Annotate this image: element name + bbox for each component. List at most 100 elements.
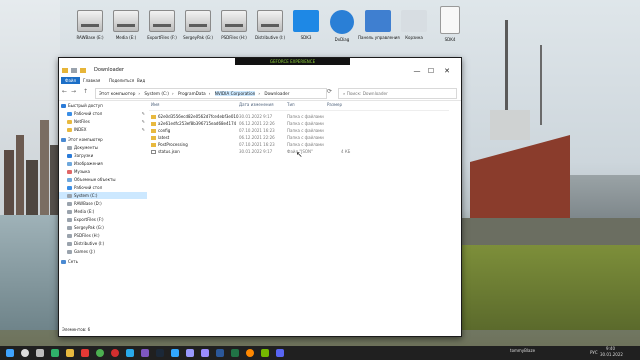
desktop-icon[interactable]: SergeyPak (G:): [178, 4, 218, 52]
row-date: 06.12.2021 22:26: [239, 135, 275, 140]
desktop-icon-label: Корзина: [405, 35, 423, 40]
clock-date[interactable]: 30.01.2022: [600, 352, 623, 357]
tab-view[interactable]: Вид: [137, 78, 145, 83]
desktop-icon[interactable]: Панель управления: [358, 4, 400, 52]
desktop-icon[interactable]: SDK3: [286, 4, 326, 52]
window-title: Downloader: [94, 67, 124, 73]
sidebar-item-icon: [67, 201, 72, 206]
table-row[interactable]: latest 06.12.2021 22:26 Папка с файлами: [149, 134, 449, 141]
sidebar-item[interactable]: Документы: [59, 144, 147, 151]
desktop-icon[interactable]: Distributive (I:): [250, 4, 290, 52]
sidebar-item-label: NetFiles: [74, 119, 90, 124]
tab-share[interactable]: Поделиться: [109, 78, 134, 83]
steam-icon[interactable]: [156, 349, 164, 357]
premiere-icon[interactable]: [186, 349, 194, 357]
taskview-icon[interactable]: [36, 349, 44, 357]
tab-home[interactable]: Главная: [83, 78, 100, 83]
sidebar-item[interactable]: Изображения: [59, 160, 147, 167]
sidebar-item[interactable]: Музыка: [59, 168, 147, 175]
sidebar-item[interactable]: INDEX ✎: [59, 126, 147, 133]
column-date[interactable]: Дата изменения: [239, 102, 274, 107]
pin-icon[interactable]: ✎: [142, 126, 145, 133]
forward-arrow-icon[interactable]: →: [71, 88, 76, 95]
sidebar-item[interactable]: System (C:): [59, 192, 147, 199]
back-arrow-icon[interactable]: ←: [62, 88, 67, 95]
table-row[interactable]: PostProcessing 07.10.2021 16:23 Папка с фа…: [149, 141, 449, 148]
sidebar-item-label: Объемные объекты: [74, 177, 116, 182]
sidebar-item[interactable]: Сеть: [59, 258, 147, 265]
table-row[interactable]: config 07.10.2021 16:23 Папка с файлами: [149, 127, 449, 134]
maximize-button[interactable]: ☐: [425, 66, 437, 76]
tab-file[interactable]: Файл: [61, 77, 81, 84]
row-name: config: [158, 128, 171, 133]
edge-icon[interactable]: [51, 349, 59, 357]
explorer-icon[interactable]: [66, 349, 74, 357]
sidebar-item[interactable]: Рабочий стол: [59, 184, 147, 191]
close-button[interactable]: ✕: [441, 66, 453, 76]
table-row[interactable]: a2e61edfc253ef8b396715ead68e4174 06.12.20…: [149, 120, 449, 127]
desktop-icon[interactable]: Media (E:): [106, 4, 146, 52]
address-bar[interactable]: Этот компьютер › System (C:) › ProgramData…: [95, 88, 327, 99]
nvidia-icon[interactable]: [261, 349, 269, 357]
pin-icon[interactable]: ✎: [142, 110, 145, 117]
sidebar-item[interactable]: PSDFiles (H:): [59, 232, 147, 239]
breadcrumb-programdata[interactable]: ProgramData: [178, 91, 206, 96]
taskbar-user[interactable]: tommyBlaze: [510, 348, 535, 353]
desktop-icon[interactable]: PSDFiles (H:): [214, 4, 254, 52]
up-arrow-icon[interactable]: ↑: [83, 88, 88, 95]
pin-icon[interactable]: ✎: [142, 118, 145, 125]
file-list: Имя Дата изменения Тип Размер 62e0d3556e…: [149, 102, 459, 324]
desktop-icon[interactable]: Корзина: [394, 4, 434, 52]
desktop-icon[interactable]: ExportFiles (F:): [142, 4, 182, 52]
word-icon[interactable]: [216, 349, 224, 357]
search-icon: ⌕: [343, 91, 346, 96]
column-size[interactable]: Размер: [327, 102, 342, 107]
sidebar-item[interactable]: RAWBase (D:): [59, 200, 147, 207]
sidebar-item[interactable]: Distributive (I:): [59, 240, 147, 247]
sidebar-item[interactable]: Загрузки: [59, 152, 147, 159]
table-row[interactable]: 62e0d3556ecd82e0562d7fce4ebf3e010 30.01.2…: [149, 113, 449, 120]
search-input[interactable]: ⌕ Поиск: Downloader: [338, 88, 457, 99]
sidebar-item[interactable]: Этот компьютер: [59, 136, 147, 143]
excel-icon[interactable]: [231, 349, 239, 357]
breadcrumb-system-c[interactable]: System (C:): [144, 91, 169, 96]
sidebar-item[interactable]: SergeyPak (G:): [59, 224, 147, 231]
vlc-icon[interactable]: [246, 349, 254, 357]
discord-icon[interactable]: [276, 349, 284, 357]
sidebar-item[interactable]: Media (E:): [59, 208, 147, 215]
yandex-icon[interactable]: [81, 349, 89, 357]
column-name[interactable]: Имя: [151, 102, 159, 107]
sidebar-item[interactable]: Рабочий стол ✎: [59, 110, 147, 117]
sidebar-item[interactable]: NetFiles ✎: [59, 118, 147, 125]
title-bar[interactable]: Downloader — ☐ ✕: [59, 65, 461, 77]
breadcrumb-this-pc[interactable]: Этот компьютер: [99, 91, 135, 96]
sidebar-item[interactable]: Быстрый доступ: [59, 102, 147, 109]
breadcrumb-downloader[interactable]: Downloader: [264, 91, 289, 96]
viber-icon[interactable]: [141, 349, 149, 357]
sidebar-item-icon: [67, 111, 72, 116]
language-indicator[interactable]: РУС: [590, 350, 598, 355]
search-icon[interactable]: [21, 349, 29, 357]
properties-icon[interactable]: [71, 68, 77, 73]
opera-icon[interactable]: [111, 349, 119, 357]
refresh-icon[interactable]: ⟳: [327, 88, 332, 95]
aftereffects-icon[interactable]: [201, 349, 209, 357]
clock-time[interactable]: 9:40: [606, 346, 615, 351]
column-type[interactable]: Тип: [287, 102, 295, 107]
breadcrumb-nvidia-corporation[interactable]: NVIDIA Corporation: [214, 91, 256, 96]
desktop-icon[interactable]: DxDiag: [322, 4, 362, 52]
sidebar-item[interactable]: Games (J:): [59, 248, 147, 255]
sidebar-item-icon: [67, 153, 72, 158]
chrome-icon[interactable]: [96, 349, 104, 357]
telegram-icon[interactable]: [126, 349, 134, 357]
sidebar-item[interactable]: Объемные объекты: [59, 176, 147, 183]
photoshop-icon[interactable]: [171, 349, 179, 357]
desktop-icon[interactable]: SDK4: [430, 4, 470, 52]
minimize-button[interactable]: —: [411, 66, 423, 76]
new-folder-icon[interactable]: [80, 68, 86, 73]
row-type: Папка с файлами: [287, 121, 324, 126]
desktop-icon[interactable]: RAWBase (E:): [70, 4, 110, 52]
sidebar-item[interactable]: ExportFiles (F:): [59, 216, 147, 223]
sidebar-item-label: Этот компьютер: [68, 137, 103, 142]
windows-icon[interactable]: [6, 349, 14, 357]
